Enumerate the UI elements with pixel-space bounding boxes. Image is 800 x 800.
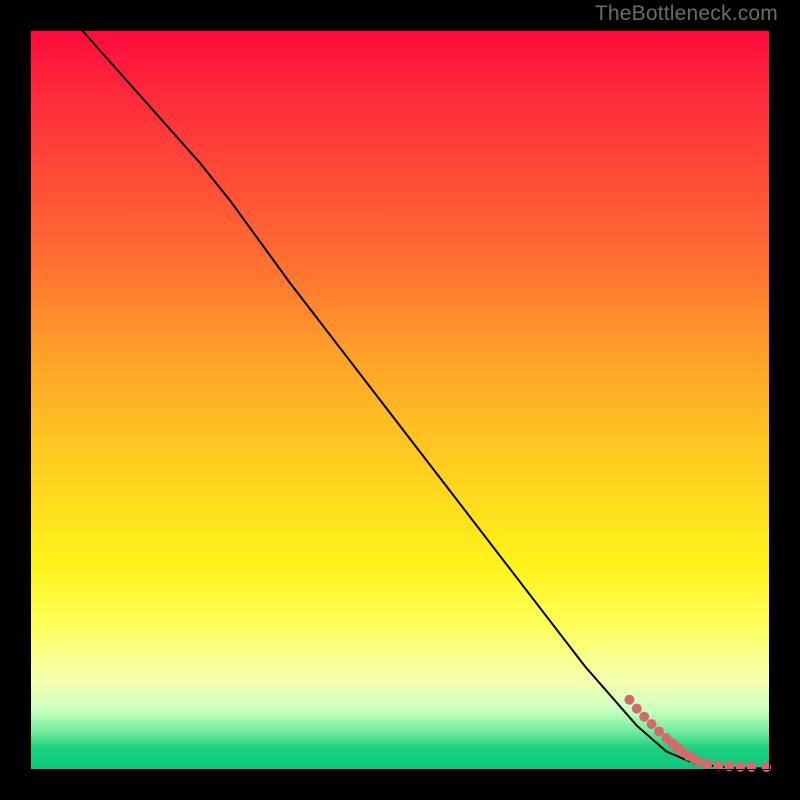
chart-overlay-svg: [30, 30, 770, 770]
watermark-text: TheBottleneck.com: [595, 2, 778, 26]
black-curve: [82, 30, 770, 769]
chart-stage: TheBottleneck.com: [0, 0, 800, 800]
plot-area: [30, 30, 770, 770]
